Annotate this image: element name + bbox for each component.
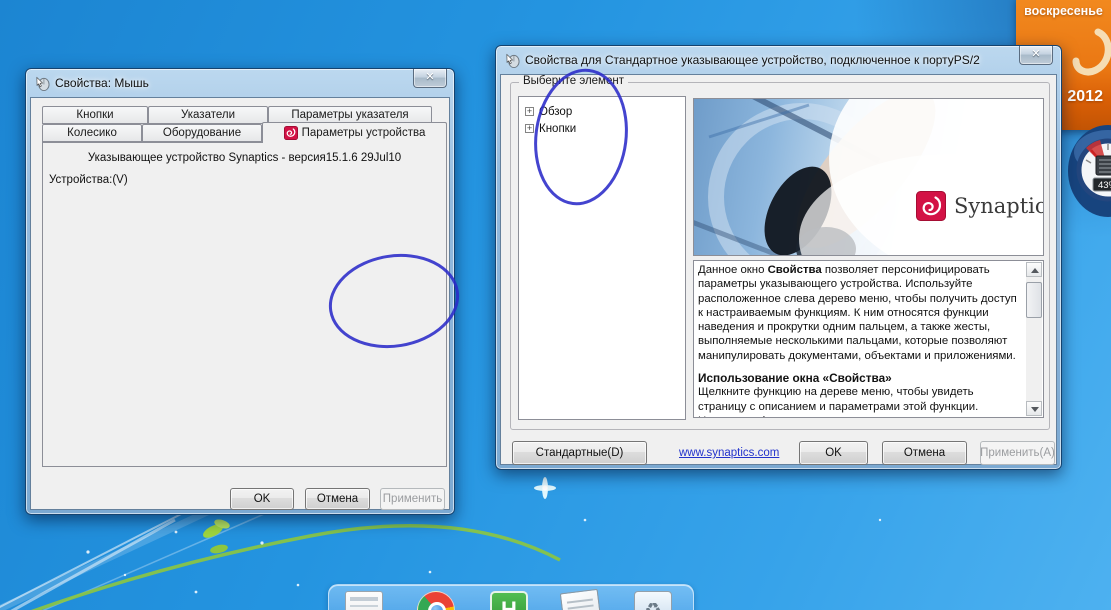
cpu-chip-icon	[1095, 155, 1111, 176]
dock: H ♻	[328, 584, 694, 610]
ok-button[interactable]: OK	[799, 441, 868, 465]
dialog-client-area: Кнопки Указатели Параметры указателя Кол…	[30, 97, 450, 510]
close-button[interactable]: ✕	[413, 69, 447, 88]
tab-wheel[interactable]: Колесико	[42, 124, 142, 142]
expand-icon[interactable]: +	[525, 107, 534, 116]
device-settings-tab-page: Указывающее устройство Synaptics - верси…	[42, 142, 447, 467]
title-bar[interactable]: Свойства: Мышь ✕	[26, 69, 454, 97]
devices-label: Устройства:(V)	[49, 174, 128, 186]
brand-name: Synaptics™	[954, 194, 1043, 218]
synaptics-website-link[interactable]: www.synaptics.com	[679, 447, 779, 459]
dock-icon-notepad[interactable]	[559, 588, 603, 610]
group-label: Выберите элемент	[519, 75, 628, 87]
window-title: Свойства для Стандартное указывающее уст…	[525, 53, 980, 67]
window-title: Свойства: Мышь	[55, 76, 149, 90]
mouse-properties-window: Свойства: Мышь ✕ Кнопки Указатели Параме…	[25, 68, 455, 515]
cancel-button[interactable]: Отмена	[882, 441, 967, 465]
select-item-group: Выберите элемент + Обзор + Кнопки Synapt…	[510, 75, 1050, 430]
close-button[interactable]: ✕	[1019, 46, 1053, 65]
page-curl-icon	[1072, 28, 1111, 76]
scrollbar[interactable]	[1026, 262, 1042, 416]
tab-pointers[interactable]: Указатели	[148, 106, 268, 124]
tree-item-overview[interactable]: + Обзор	[519, 103, 685, 120]
calendar-year: 2012	[1067, 88, 1103, 105]
tab-buttons[interactable]: Кнопки	[42, 106, 148, 124]
dialog-client-area: Выберите элемент + Обзор + Кнопки Synapt…	[500, 74, 1057, 465]
mouse-icon	[36, 76, 50, 91]
dock-icon-recycle-bin[interactable]: ♻	[634, 591, 672, 610]
scroll-up-icon[interactable]	[1026, 262, 1042, 277]
title-bar[interactable]: Свойства для Стандартное указывающее уст…	[496, 46, 1061, 74]
defaults-button[interactable]: Стандартные(D)	[512, 441, 647, 465]
description-heading: Использование окна «Свойства»	[698, 371, 892, 386]
tab-hardware[interactable]: Оборудование	[142, 124, 262, 142]
scroll-thumb[interactable]	[1026, 282, 1042, 318]
cancel-button[interactable]: Отмена	[305, 488, 370, 510]
mouse-icon	[506, 53, 520, 68]
synaptics-icon	[283, 126, 298, 140]
calendar-weekday: воскресенье	[1024, 4, 1103, 18]
synaptics-properties-window: Свойства для Стандартное указывающее уст…	[495, 45, 1062, 470]
tree-item-buttons[interactable]: + Кнопки	[519, 120, 685, 137]
touchpad-photo-art	[694, 99, 1043, 255]
dock-icon-chrome[interactable]	[417, 591, 455, 610]
dock-icon-green-app[interactable]: H	[490, 591, 528, 610]
touchpad-photo: Synaptics™	[693, 98, 1044, 256]
ok-button[interactable]: OK	[230, 488, 294, 510]
feature-tree: + Обзор + Кнопки	[518, 96, 686, 420]
dock-icon-notes[interactable]	[345, 591, 383, 610]
scroll-down-icon[interactable]	[1026, 401, 1042, 416]
cpu-load-value: 43%	[1098, 180, 1111, 191]
tab-device-settings[interactable]: Параметры устройства	[262, 122, 447, 143]
description-text: Данное окно Свойства позволяет персонифи…	[698, 263, 1023, 417]
synaptics-logo-icon	[916, 191, 946, 221]
tab-label: Параметры устройства	[301, 127, 426, 139]
expand-icon[interactable]: +	[525, 124, 534, 133]
sparkle-decoration	[534, 477, 556, 499]
description-panel: Данное окно Свойства позволяет персонифи…	[693, 260, 1044, 418]
driver-version-text: Указывающее устройство Synaptics - верси…	[87, 152, 402, 164]
apply-button[interactable]: Применить	[380, 488, 445, 510]
cpu-meter-gadget[interactable]: 43%	[1066, 122, 1111, 220]
synaptics-brand: Synaptics™	[916, 191, 1043, 221]
apply-button[interactable]: Применить(A)	[980, 441, 1055, 465]
